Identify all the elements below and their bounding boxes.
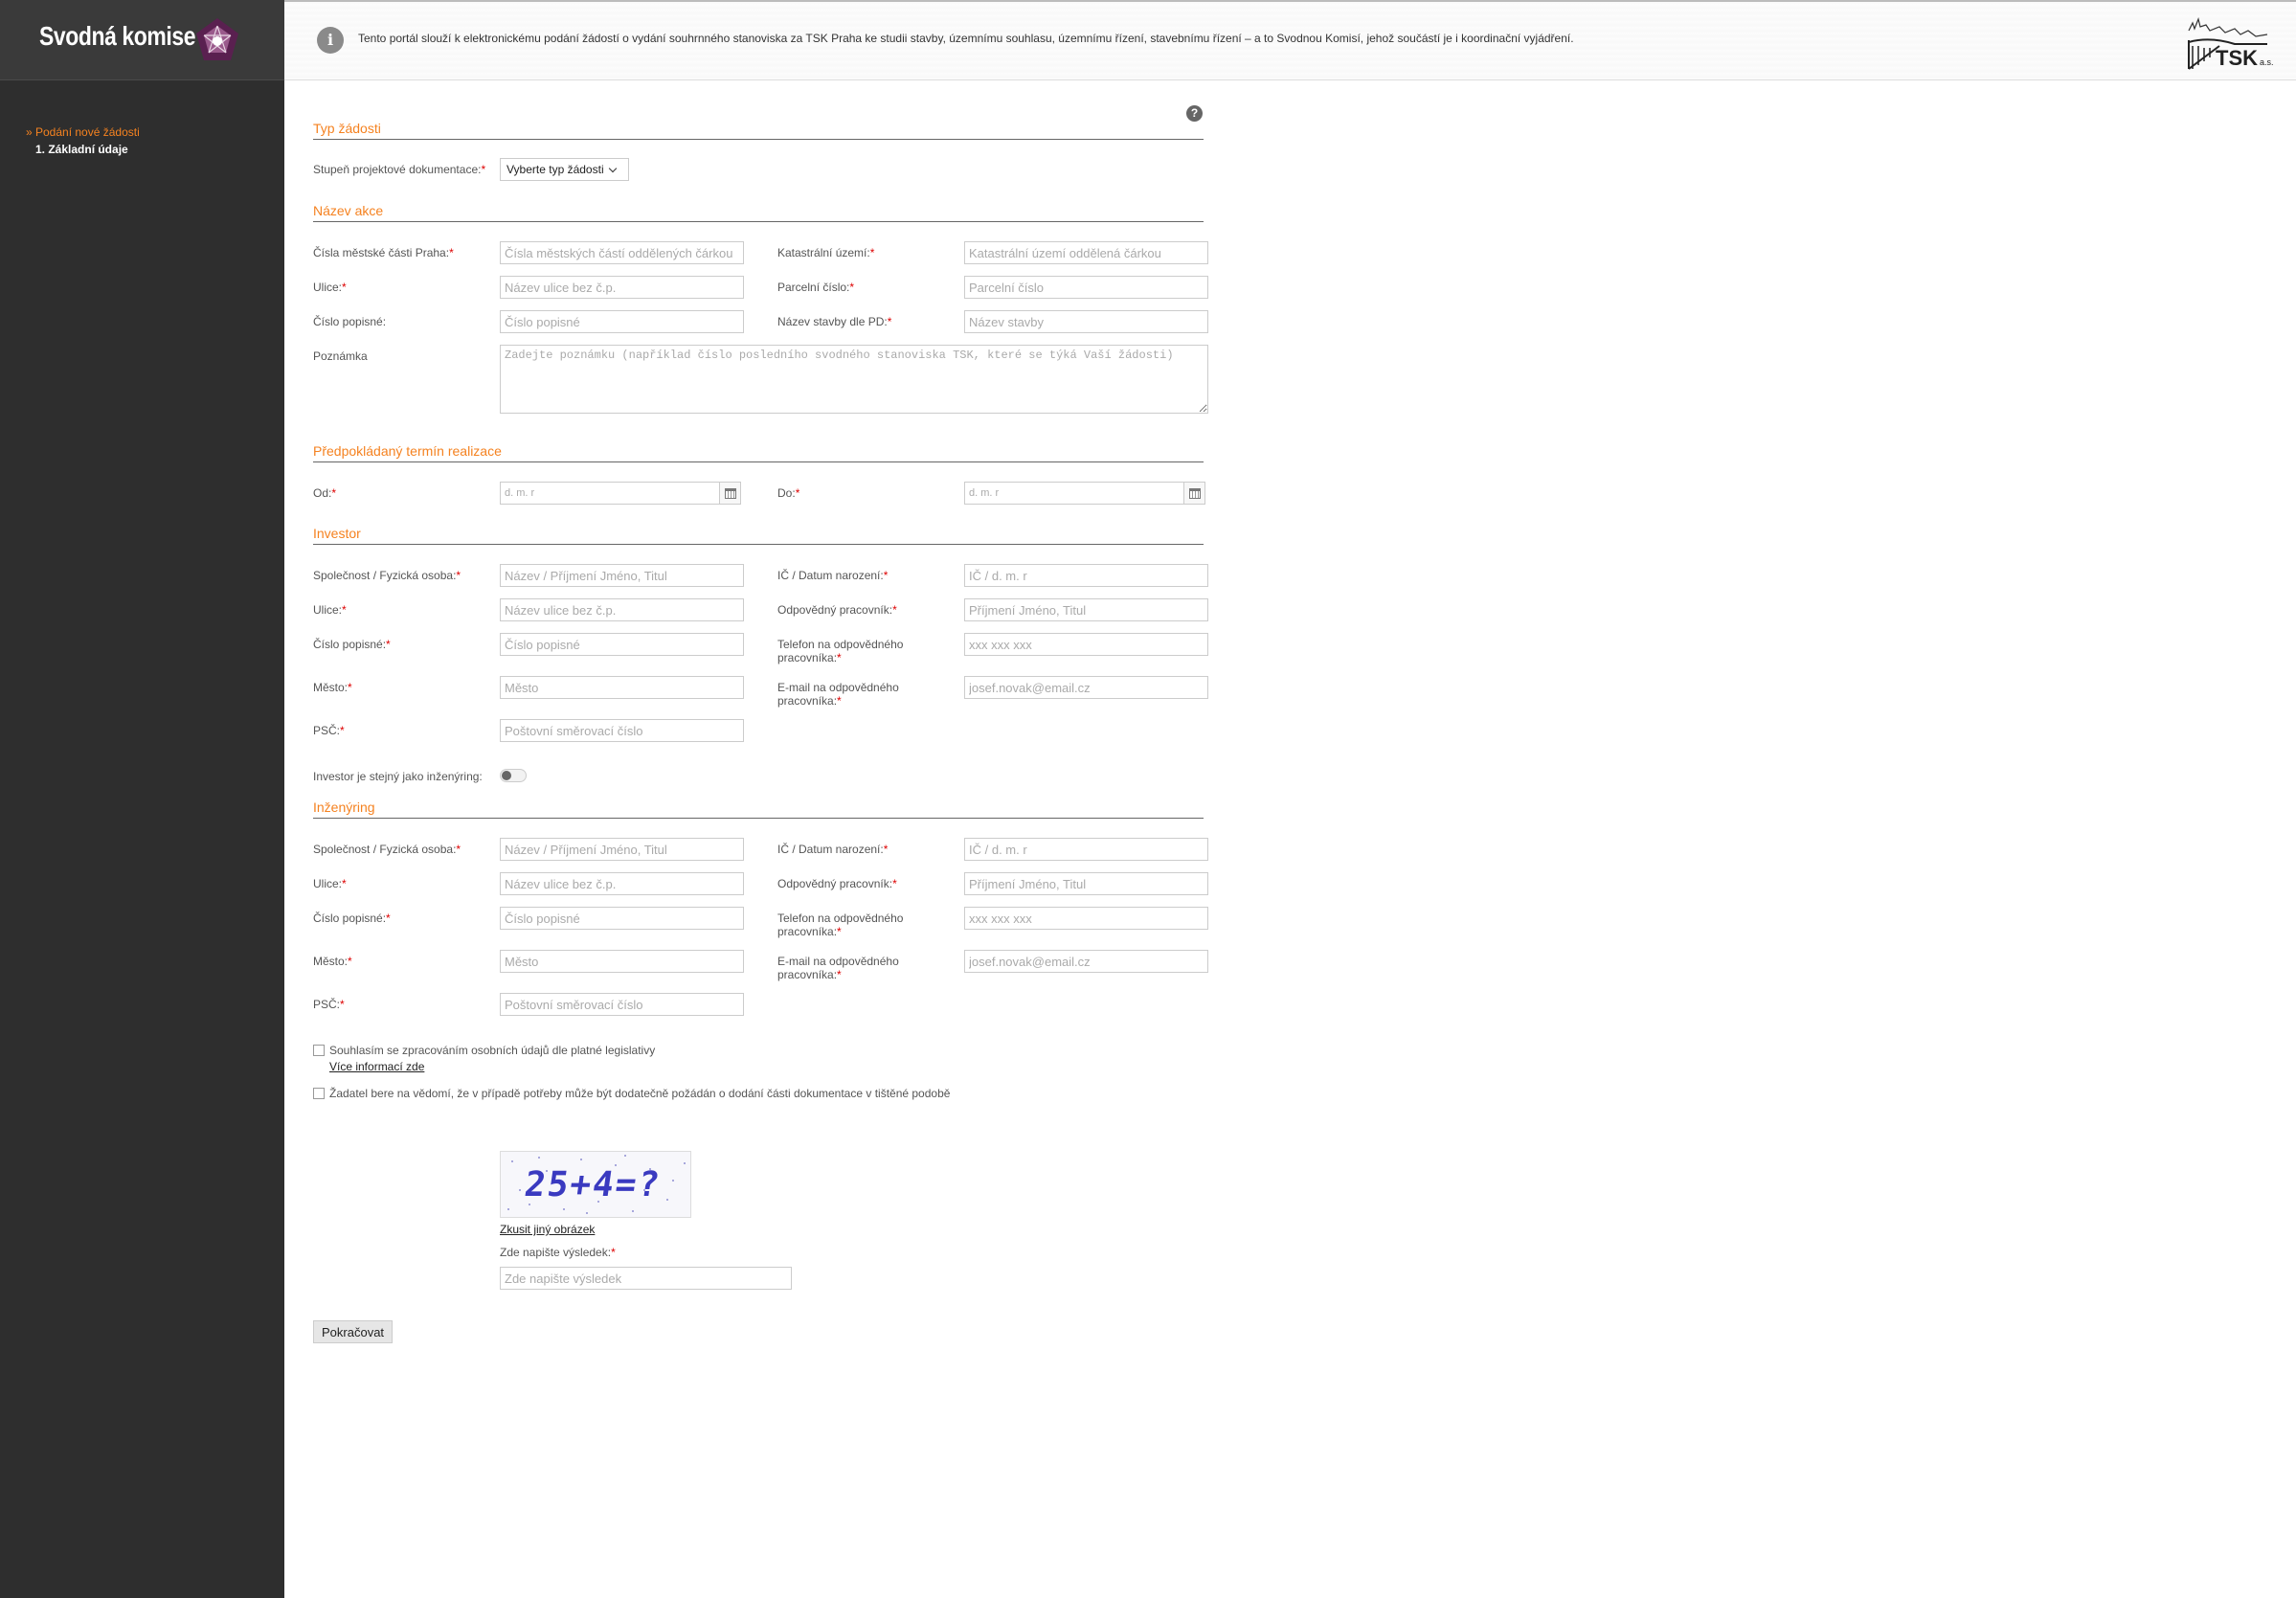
input-parcela[interactable] — [964, 276, 1208, 299]
label-stupen: Stupeň projektové dokumentace:* — [313, 163, 486, 176]
label-captcha: Zde napište výsledek:* — [500, 1246, 616, 1259]
section-nazev-akce: Název akce — [313, 203, 1204, 222]
label-do: Do:* — [777, 486, 800, 500]
label-print: Žadatel bere na vědomí, že v případě pot… — [329, 1087, 951, 1100]
label-inz-ulice: Ulice:* — [313, 877, 347, 890]
label-inv-psc: PSČ:* — [313, 724, 345, 737]
input-inv-spolecnost[interactable] — [500, 564, 744, 587]
link-captcha-retry[interactable]: Zkusit jiný obrázek — [500, 1223, 595, 1236]
label-inv-cislo-popisne: Číslo popisné:* — [313, 638, 391, 651]
section-investor: Investor — [313, 526, 1204, 545]
input-inz-mesto[interactable] — [500, 950, 744, 973]
captcha-text: 25+4=? — [522, 1163, 664, 1204]
toggle-investor-same[interactable] — [500, 769, 527, 782]
input-captcha[interactable] — [500, 1267, 792, 1290]
label-inz-psc: PSČ:* — [313, 998, 345, 1011]
label-investor-same: Investor je stejný jako inženýring: — [313, 770, 483, 783]
input-inv-telefon[interactable] — [964, 633, 1208, 656]
checkbox-gdpr[interactable] — [313, 1045, 325, 1056]
input-ulice[interactable] — [500, 276, 744, 299]
captcha-image: 25+4=? — [500, 1151, 691, 1218]
label-parcela: Parcelní číslo:* — [777, 281, 855, 294]
input-inv-pracovnik[interactable] — [964, 598, 1208, 621]
tsk-logo-text: TSK — [2216, 46, 2258, 70]
input-inz-pracovnik[interactable] — [964, 872, 1208, 895]
input-inz-email[interactable] — [964, 950, 1208, 973]
label-inv-email: E-mail na odpovědného pracovníka:* — [777, 681, 899, 708]
label-casti: Čísla městské části Praha:* — [313, 246, 454, 259]
input-inz-telefon[interactable] — [964, 907, 1208, 930]
chevron-down-icon — [608, 164, 618, 173]
label-ulice: Ulice:* — [313, 281, 347, 294]
label-inz-mesto: Město:* — [313, 955, 352, 968]
label-inv-ic: IČ / Datum narození:* — [777, 569, 889, 582]
label-inv-mesto: Město:* — [313, 681, 352, 694]
nav-item-zakladni-udaje[interactable]: 1. Základní údaje — [26, 143, 140, 156]
checkbox-print[interactable] — [313, 1088, 325, 1099]
label-inv-spolecnost: Společnost / Fyzická osoba:* — [313, 569, 461, 582]
label-inz-email: E-mail na odpovědného pracovníka:* — [777, 955, 899, 981]
label-inz-pracovnik: Odpovědný pracovník:* — [777, 877, 897, 890]
input-inz-ic[interactable] — [964, 838, 1208, 861]
section-inzenyring: Inženýring — [313, 799, 1204, 819]
info-icon: i — [317, 27, 344, 54]
brand-header: Svodná komise — [0, 0, 284, 80]
sidebar-nav: » Podání nové žádosti 1. Základní údaje — [26, 125, 140, 156]
section-termin: Předpokládaný termín realizace — [313, 443, 1204, 462]
tsk-logo-suffix: a.s. — [2260, 57, 2274, 67]
label-katastr: Katastrální území:* — [777, 246, 875, 259]
input-inv-psc[interactable] — [500, 719, 744, 742]
sidebar: Svodná komise » Podání nové žádosti 1. Z… — [0, 0, 284, 1598]
label-inv-telefon: Telefon na odpovědného pracovníka:* — [777, 638, 904, 664]
input-cislo-popisne[interactable] — [500, 310, 744, 333]
section-typ-zadosti: Typ žádosti — [313, 121, 1204, 140]
brand-title: Svodná komise — [39, 21, 196, 51]
calendar-icon[interactable] — [720, 482, 741, 505]
brand-logo-icon — [196, 18, 238, 60]
input-inv-email[interactable] — [964, 676, 1208, 699]
input-do[interactable] — [964, 482, 1184, 505]
label-inv-ulice: Ulice:* — [313, 603, 347, 617]
calendar-icon[interactable] — [1184, 482, 1205, 505]
tsk-logo-icon: TSK a.s. — [2188, 17, 2274, 70]
input-inz-psc[interactable] — [500, 993, 744, 1016]
input-inv-mesto[interactable] — [500, 676, 744, 699]
nav-item-podani[interactable]: » Podání nové žádosti — [26, 125, 140, 139]
input-inv-ulice[interactable] — [500, 598, 744, 621]
continue-button[interactable]: Pokračovat — [313, 1320, 394, 1343]
captcha-graphic: 25+4=? — [507, 1155, 686, 1214]
info-text: Tento portál slouží k elektronickému pod… — [358, 32, 1574, 45]
info-bar: i Tento portál slouží k elektronickému p… — [284, 0, 2296, 80]
label-inz-ic: IČ / Datum narození:* — [777, 843, 889, 856]
input-katastr[interactable] — [964, 241, 1208, 264]
label-gdpr: Souhlasím se zpracováním osobních údajů … — [329, 1044, 656, 1057]
textarea-poznamka[interactable] — [500, 345, 1208, 414]
input-inz-cislo-popisne[interactable] — [500, 907, 744, 930]
input-inv-cislo-popisne[interactable] — [500, 633, 744, 656]
label-inz-telefon: Telefon na odpovědného pracovníka:* — [777, 912, 904, 938]
label-poznamka: Poznámka — [313, 349, 368, 363]
label-cislo-popisne: Číslo popisné: — [313, 315, 387, 328]
select-typ-zadosti[interactable]: Vyberte typ žádosti — [500, 158, 629, 181]
label-nazev-stavby: Název stavby dle PD:* — [777, 315, 892, 328]
link-more-info[interactable]: Více informací zde — [329, 1060, 424, 1073]
input-inv-ic[interactable] — [964, 564, 1208, 587]
input-od[interactable] — [500, 482, 720, 505]
input-inz-ulice[interactable] — [500, 872, 744, 895]
input-casti[interactable] — [500, 241, 744, 264]
label-inz-spolecnost: Společnost / Fyzická osoba:* — [313, 843, 461, 856]
help-icon[interactable]: ? — [1186, 105, 1203, 122]
input-inz-spolecnost[interactable] — [500, 838, 744, 861]
input-nazev-stavby[interactable] — [964, 310, 1208, 333]
label-od: Od:* — [313, 486, 337, 500]
label-inz-cislo-popisne: Číslo popisné:* — [313, 912, 391, 925]
label-inv-pracovnik: Odpovědný pracovník:* — [777, 603, 897, 617]
